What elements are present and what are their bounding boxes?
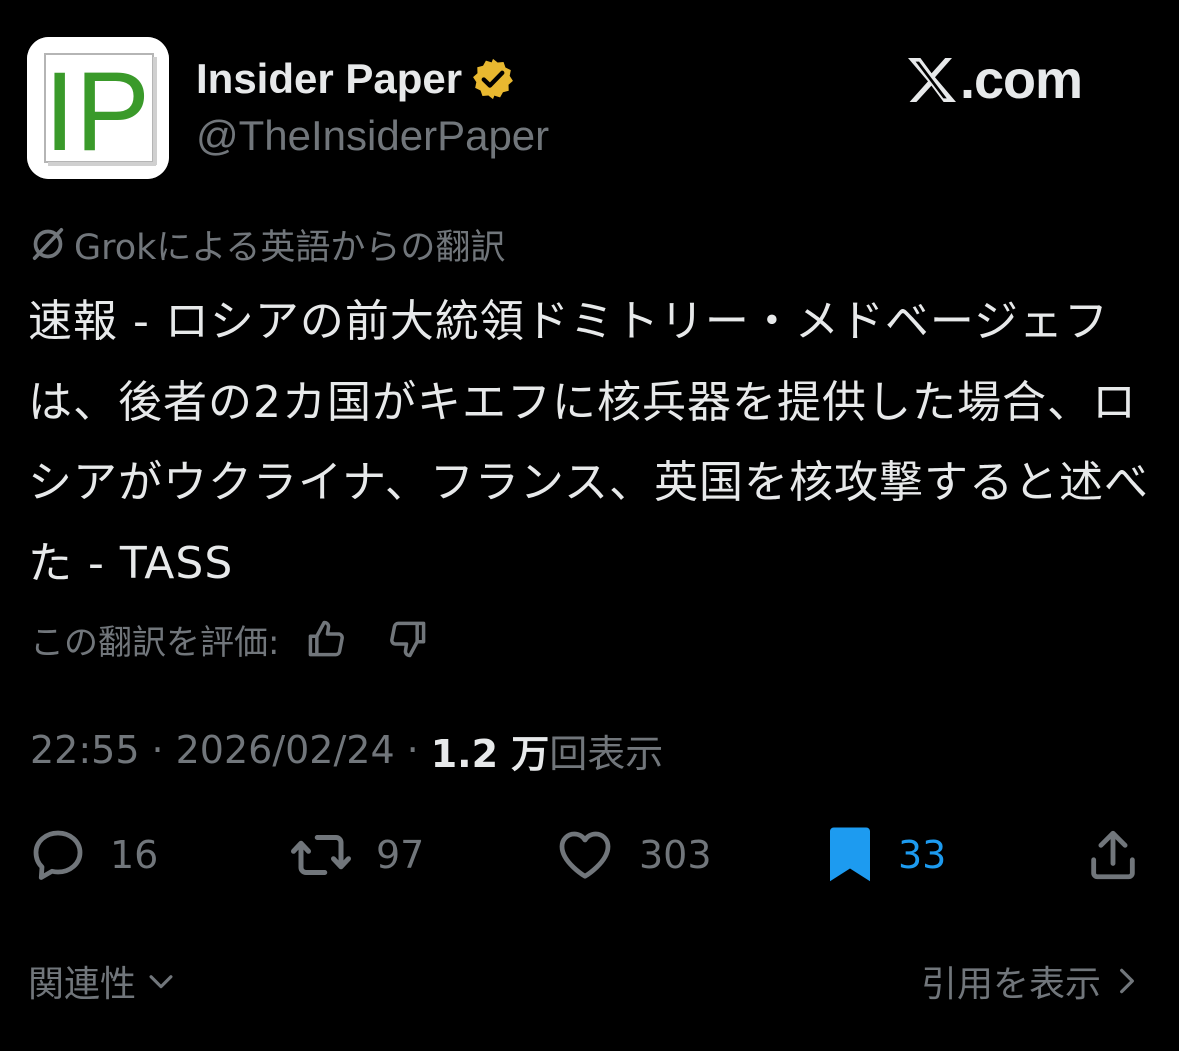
sort-label: 関連性 (28, 964, 137, 1005)
reply-count: 16 (110, 833, 159, 877)
translation-note: Grokによる英語からの翻訳 (28, 222, 505, 268)
views-label: 回表示 (549, 731, 664, 776)
verified-badge-icon (473, 58, 514, 100)
bookmark-filled-icon (830, 827, 870, 882)
thumbs-up-icon (309, 620, 345, 657)
display-name[interactable]: Insider Paper (196, 55, 462, 103)
x-logo-icon (908, 58, 956, 102)
tweet-meta: 22:55 · 2026/02/24 · 1.2 万 回表示 (30, 722, 663, 778)
brand-domain: .com (960, 50, 1083, 110)
thumbs-down-icon (390, 621, 426, 658)
grok-icon (32, 228, 64, 260)
avatar[interactable]: IP (27, 37, 169, 179)
svg-text:IP: IP (44, 49, 150, 174)
translation-note-text: Grokによる英語からの翻訳 (74, 227, 506, 268)
tweet-time[interactable]: 22:55 (30, 728, 140, 772)
heart-icon (559, 831, 611, 879)
view-quotes-label: 引用を表示 (920, 964, 1101, 1005)
view-quotes-link[interactable]: 引用を表示 (921, 955, 1143, 1007)
reply-icon (33, 830, 83, 880)
insider-paper-logo: IP (27, 37, 169, 179)
tweet-date[interactable]: 2026/02/24 (176, 728, 395, 772)
meta-separator: · (406, 728, 419, 772)
author-name-row[interactable]: Insider Paper (196, 52, 516, 106)
thumbs-down-button[interactable] (383, 614, 433, 664)
rate-translation-label: この翻訳を評価: (30, 622, 280, 663)
repost-count: 97 (376, 833, 425, 877)
tweet-text: 速報 - ロシアの前大統領ドミトリー・メドベージェフは、後者の2カ国がキエフに核… (28, 296, 1150, 589)
share-button[interactable] (1084, 824, 1142, 886)
reply-button[interactable]: 16 (28, 824, 158, 886)
rate-translation-row: この翻訳を評価: (30, 612, 433, 666)
repost-button[interactable]: 97 (288, 824, 424, 886)
chevron-down-icon (149, 975, 173, 989)
meta-separator: · (151, 728, 164, 772)
like-button[interactable]: 303 (553, 824, 712, 886)
thumbs-up-button[interactable] (301, 614, 351, 664)
views-count: 1.2 万 (430, 731, 550, 776)
bookmark-count: 33 (898, 833, 947, 877)
sort-relevance-dropdown[interactable]: 関連性 (28, 955, 178, 1007)
like-count: 303 (639, 833, 712, 877)
share-icon (1091, 830, 1135, 880)
author-handle[interactable]: @TheInsiderPaper (196, 112, 549, 160)
x-brand: .com (906, 50, 1083, 110)
chevron-right-icon (1120, 968, 1134, 994)
repost-icon (291, 835, 351, 875)
bookmark-button[interactable]: 33 (824, 824, 946, 886)
